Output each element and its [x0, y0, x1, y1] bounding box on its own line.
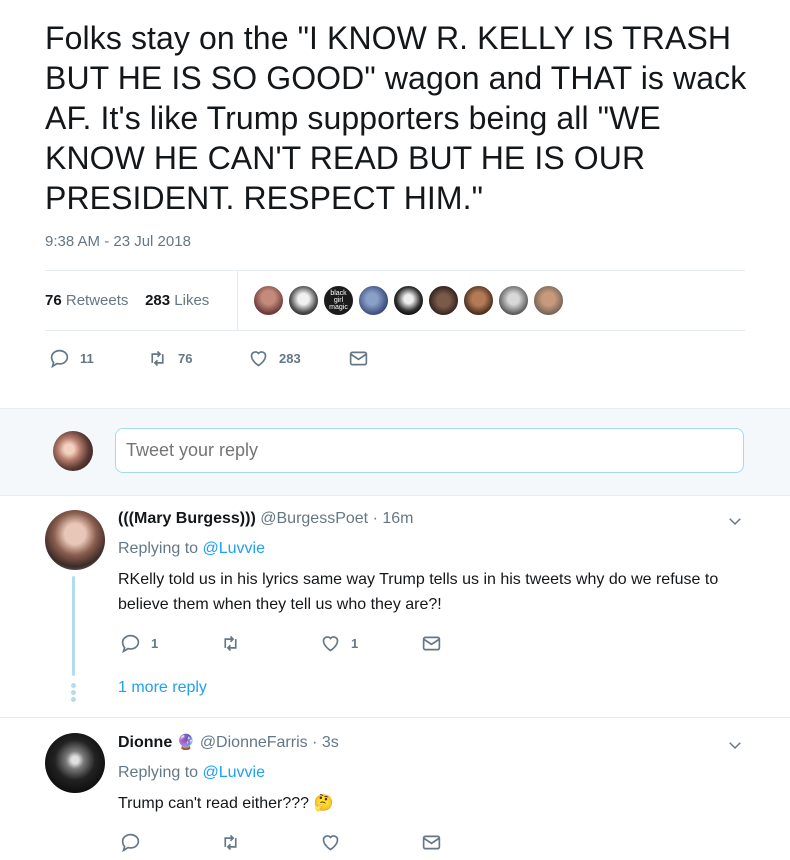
reply-button[interactable]: 1	[120, 633, 158, 654]
heart-icon	[322, 835, 339, 851]
divider	[0, 717, 790, 718]
reply-author-name[interactable]: (((Mary Burgess)))	[118, 510, 256, 527]
liker-avatar[interactable]	[253, 285, 284, 316]
reply-header: Dionne 🔮 @DionneFarris · 3s	[118, 733, 339, 752]
liker-avatar[interactable]	[288, 285, 319, 316]
dm-button[interactable]	[421, 633, 442, 654]
liker-avatar[interactable]	[358, 285, 389, 316]
stats-separator	[237, 271, 238, 330]
envelope-icon	[422, 835, 441, 850]
reply-icon	[121, 634, 140, 654]
dm-button[interactable]	[348, 348, 369, 369]
envelope-icon	[349, 351, 368, 366]
tweet-text: Folks stay on the "I KNOW R. KELLY IS TR…	[45, 20, 747, 216]
liker-avatar[interactable]	[393, 285, 424, 316]
retweet-button[interactable]	[220, 633, 251, 654]
retweet-button[interactable]: 76	[147, 348, 192, 369]
liker-avatar[interactable]	[463, 285, 494, 316]
reply-author-handle[interactable]: @DionneFarris	[200, 734, 308, 751]
divider	[45, 270, 745, 271]
thread-dot	[71, 697, 76, 702]
like-button[interactable]: 1	[320, 633, 358, 654]
thread-line	[72, 576, 75, 676]
current-user-avatar[interactable]	[53, 431, 93, 471]
reply-composer	[0, 408, 790, 496]
like-button[interactable]	[320, 832, 341, 853]
reply-header: (((Mary Burgess))) @BurgessPoet · 16m	[118, 510, 413, 528]
retweet-icon	[151, 350, 164, 367]
reply-input[interactable]	[115, 428, 744, 473]
retweet-button[interactable]	[220, 832, 241, 853]
reply-time[interactable]: · 3s	[312, 734, 339, 751]
chevron-down-icon	[729, 742, 741, 750]
replying-to: Replying to @Luvvie	[118, 540, 266, 557]
liker-avatar[interactable]	[428, 285, 459, 316]
replying-to: Replying to @Luvvie	[118, 764, 266, 781]
more-replies-link[interactable]: 1 more reply	[118, 679, 207, 697]
reply-icon	[50, 349, 69, 369]
retweet-icon	[224, 834, 237, 851]
liker-avatars: black girl magic	[253, 285, 564, 316]
divider	[45, 330, 745, 331]
replying-to-link[interactable]: @Luvvie	[203, 764, 266, 781]
retweet-icon	[224, 635, 237, 652]
tweet-stats: 76 Retweets 283 Likes	[45, 292, 209, 309]
tweet-timestamp[interactable]: 9:38 AM - 23 Jul 2018	[45, 233, 191, 250]
tweet-menu-button[interactable]	[726, 512, 744, 530]
crystal-ball-emoji: 🔮	[176, 734, 196, 751]
heart-icon	[322, 636, 339, 652]
reply-avatar[interactable]	[45, 733, 105, 793]
reply-avatar[interactable]	[45, 510, 105, 570]
liker-avatar[interactable]	[533, 285, 564, 316]
heart-icon	[250, 351, 267, 367]
like-button[interactable]: 283	[248, 348, 301, 369]
replying-to-link[interactable]: @Luvvie	[203, 540, 266, 557]
reply-time[interactable]: · 16m	[373, 510, 414, 527]
thread-dot	[71, 683, 76, 688]
tweet-menu-button[interactable]	[726, 736, 744, 754]
liker-avatar[interactable]: black girl magic	[323, 285, 354, 316]
liker-avatar-text: black girl magic	[329, 290, 348, 311]
reply-author-name[interactable]: Dionne	[118, 734, 172, 751]
reply-button[interactable]: 11	[49, 348, 94, 369]
liker-avatar[interactable]	[498, 285, 529, 316]
reply-button[interactable]	[120, 832, 141, 853]
dm-button[interactable]	[421, 832, 442, 853]
likes-stat[interactable]: 283 Likes	[145, 292, 209, 309]
reply-author-handle[interactable]: @BurgessPoet	[260, 510, 368, 527]
reply-text: Trump can't read either??? 🤔	[118, 795, 334, 812]
reply-text: RKelly told us in his lyrics same way Tr…	[118, 571, 719, 613]
retweets-stat[interactable]: 76 Retweets	[45, 292, 128, 309]
thread-dot	[71, 690, 76, 695]
envelope-icon	[422, 636, 441, 651]
reply-icon	[121, 833, 140, 853]
chevron-down-icon	[729, 518, 741, 526]
